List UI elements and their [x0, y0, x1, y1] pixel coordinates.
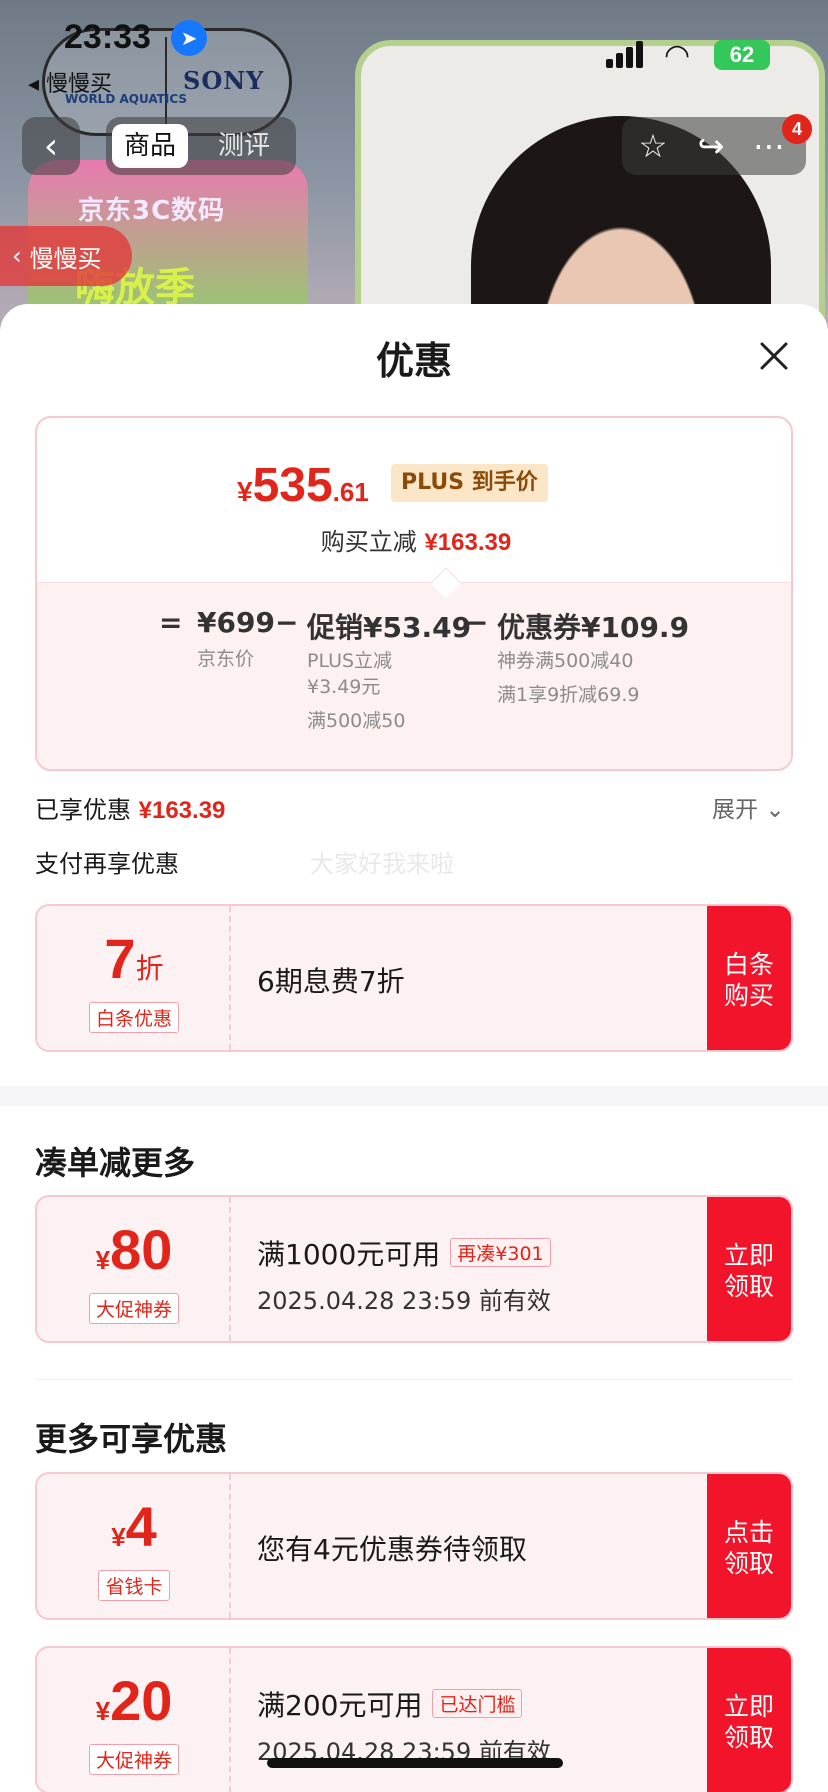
section-title-more-order: 凑单减更多: [35, 1144, 196, 1182]
side-tag-label: 慢慢买: [29, 244, 102, 273]
battery-indicator: 62: [714, 40, 770, 70]
enjoyed-discount: 已享优惠 ¥163.39: [35, 796, 226, 824]
back-to-app-link[interactable]: ◂ 慢慢买: [28, 66, 112, 98]
formula-op-minus: −: [275, 606, 299, 639]
divider: [35, 1379, 793, 1380]
cellular-signal-icon: [606, 40, 646, 68]
price-breakdown-card: ¥535.61 PLUS 到手价 购买立减 ¥163.39 = ¥699 京东价…: [35, 416, 793, 771]
baitiao-coupon: 7折 白条优惠 6期息费7折 白条购买: [35, 904, 793, 1052]
manmanmai-side-tag[interactable]: ‹ 慢慢买: [0, 226, 132, 286]
chevron-down-icon: ⌄: [765, 797, 785, 823]
jd-price-label: 京东价: [197, 648, 255, 670]
coupon-note: 满1享9折减69.9: [497, 684, 640, 706]
section-title-more-discounts: 更多可享优惠: [35, 1420, 228, 1458]
product-image: [355, 40, 825, 330]
expand-toggle[interactable]: 展开 ⌄: [712, 790, 785, 824]
favorite-star-icon[interactable]: ☆: [630, 123, 676, 169]
promo-banner-title: 京东3C数码: [78, 196, 226, 226]
coupon-description: 6期息费7折: [257, 965, 405, 998]
formula-op-equals: =: [159, 606, 183, 639]
tab-review[interactable]: 测评: [206, 124, 282, 168]
coupon-type-tag: 大促神券: [88, 1744, 179, 1775]
message-badge: 4: [782, 114, 812, 144]
watermark-text: 大家好我来啦: [310, 850, 454, 878]
wifi-icon: ◠: [664, 38, 691, 73]
coupon-type-tag: 白条优惠: [88, 1002, 179, 1033]
coupon-amount: 优惠券¥109.9: [497, 611, 690, 644]
sheet-title: 优惠: [375, 339, 452, 383]
promotion-amount: 促销¥53.49: [307, 611, 472, 644]
home-indicator[interactable]: [267, 1758, 563, 1768]
promotion-note: 满500减50: [307, 710, 406, 732]
status-time: 23:33: [64, 18, 151, 56]
coupon-condition: 满1000元可用 再凑¥301: [257, 1233, 551, 1273]
claim-coupon-button[interactable]: 立即领取: [707, 1648, 791, 1792]
discount-sheet: 优惠 ¥535.61 PLUS 到手价 购买立减 ¥163.39 = ¥699 …: [0, 304, 828, 1792]
jd-price: ¥699: [197, 606, 275, 639]
order-coupon: ¥80 大促神券 满1000元可用 再凑¥301 2025.04.28 23:59…: [35, 1195, 793, 1343]
coupon-type-tag: 大促神券: [88, 1293, 179, 1324]
claim-coupon-button[interactable]: 立即领取: [707, 1197, 791, 1341]
final-price: ¥535.61: [237, 459, 369, 512]
saving-card-coupon: ¥4 省钱卡 您有4元优惠券待领取 点击领取: [35, 1472, 793, 1620]
section-separator: [0, 1086, 828, 1106]
promotion-note: PLUS立减: [307, 650, 393, 672]
coupon-note: 神券满500减40: [497, 650, 634, 672]
baitiao-buy-button[interactable]: 白条购买: [707, 906, 791, 1050]
plus-price-tag: PLUS 到手价: [391, 464, 548, 502]
formula-op-minus: −: [465, 606, 489, 639]
back-button[interactable]: ‹: [22, 117, 80, 175]
location-arrow-icon: ➤: [171, 20, 207, 56]
pay-more-label: 支付再享优惠: [35, 850, 179, 878]
promo-coupon: ¥20 大促神券 满200元可用 已达门槛 2025.04.28 23:59 前有…: [35, 1646, 793, 1792]
product-tabs: 商品 测评: [106, 117, 296, 175]
sony-logo: SONY: [183, 66, 265, 95]
coupon-status-pill: 再凑¥301: [450, 1238, 551, 1267]
tab-product[interactable]: 商品: [112, 124, 189, 168]
nav-actions: ☆ ↪ ⋯: [622, 117, 806, 175]
close-icon[interactable]: [752, 334, 796, 378]
claim-coupon-button[interactable]: 点击领取: [707, 1474, 791, 1618]
coupon-description: 您有4元优惠券待领取: [257, 1533, 527, 1566]
share-icon[interactable]: ↪: [688, 123, 734, 169]
coupon-type-tag: 省钱卡: [98, 1570, 170, 1601]
chevron-left-icon: ‹: [12, 242, 22, 270]
coupon-expiry: 2025.04.28 23:59 前有效: [257, 1287, 551, 1315]
coupon-status-pill: 已达门槛: [432, 1689, 523, 1718]
coupon-condition: 满200元可用 已达门槛: [257, 1684, 523, 1724]
promotion-note: ¥3.49元: [307, 676, 381, 698]
instant-discount: 购买立减 ¥163.39: [320, 528, 512, 556]
